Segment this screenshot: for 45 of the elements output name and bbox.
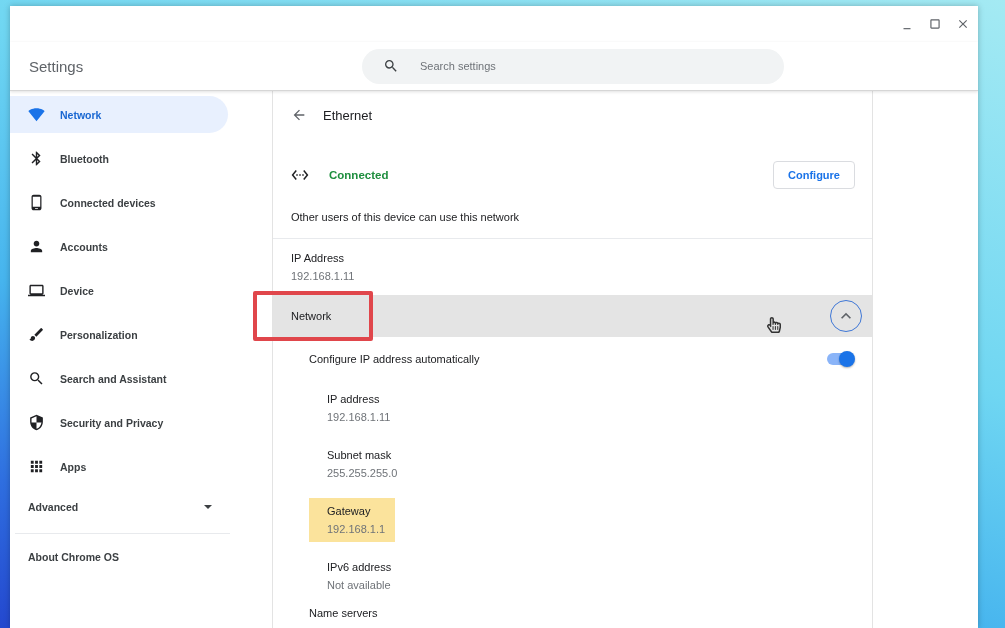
about-menu-item[interactable]: About Chrome OS xyxy=(10,534,228,580)
connection-status: Connected xyxy=(329,169,389,181)
sidebar-item[interactable]: Search and Assistant xyxy=(10,360,228,397)
search-icon xyxy=(383,58,399,74)
brush-icon xyxy=(28,326,45,343)
field-value: 192.168.1.11 xyxy=(327,410,391,425)
close-icon[interactable] xyxy=(956,17,970,31)
sharing-note: Other users of this device can use this network xyxy=(291,209,520,225)
field-label: Subnet mask xyxy=(327,448,392,463)
field-value: 192.168.1.11 xyxy=(291,269,355,284)
app-title: Settings xyxy=(28,57,85,75)
field-label: IP Address xyxy=(291,251,344,266)
sidebar-item[interactable]: Bluetooth xyxy=(10,140,228,177)
field-value: Not available xyxy=(327,578,391,593)
back-icon[interactable] xyxy=(291,107,307,123)
search-field[interactable]: Search settings xyxy=(362,48,784,84)
field-label: Name servers xyxy=(309,606,378,621)
configure-button[interactable]: Configure xyxy=(773,161,855,189)
page-title: Ethernet xyxy=(323,107,373,123)
sidebar-item[interactable]: Personalization xyxy=(10,316,228,353)
sidebar-item[interactable]: Accounts xyxy=(10,228,228,265)
network-section-header[interactable]: Network xyxy=(273,295,872,337)
wifi-icon xyxy=(28,106,45,123)
sidebar-item[interactable]: Connected devices xyxy=(10,184,228,221)
field-label: IP address xyxy=(327,392,380,407)
maximize-icon[interactable] xyxy=(928,17,942,31)
grid-icon xyxy=(28,458,45,475)
section-label: Network xyxy=(291,309,332,324)
field-label: IPv6 address xyxy=(327,560,392,575)
search-input[interactable]: Search settings xyxy=(420,56,784,76)
sidebar-item[interactable]: Network xyxy=(10,96,228,133)
search-icon xyxy=(28,370,45,387)
field-value: 192.168.1.1 xyxy=(327,522,386,537)
hand-cursor-icon xyxy=(767,317,781,333)
field-label: Gateway xyxy=(327,504,371,519)
sidebar-item[interactable]: Security and Privacy xyxy=(10,404,228,441)
toggle-label: Configure IP address automatically xyxy=(309,351,480,367)
toggle-switch[interactable] xyxy=(825,350,855,367)
shield-icon xyxy=(28,414,45,431)
sidebar-item[interactable]: Device xyxy=(10,272,228,309)
field-value: 255.255.255.0 xyxy=(327,466,398,481)
person-icon xyxy=(28,238,45,255)
sidebar-item[interactable]: Apps xyxy=(10,448,228,485)
laptop-icon xyxy=(28,282,45,299)
advanced-menu-item[interactable]: Advanced xyxy=(10,492,228,522)
